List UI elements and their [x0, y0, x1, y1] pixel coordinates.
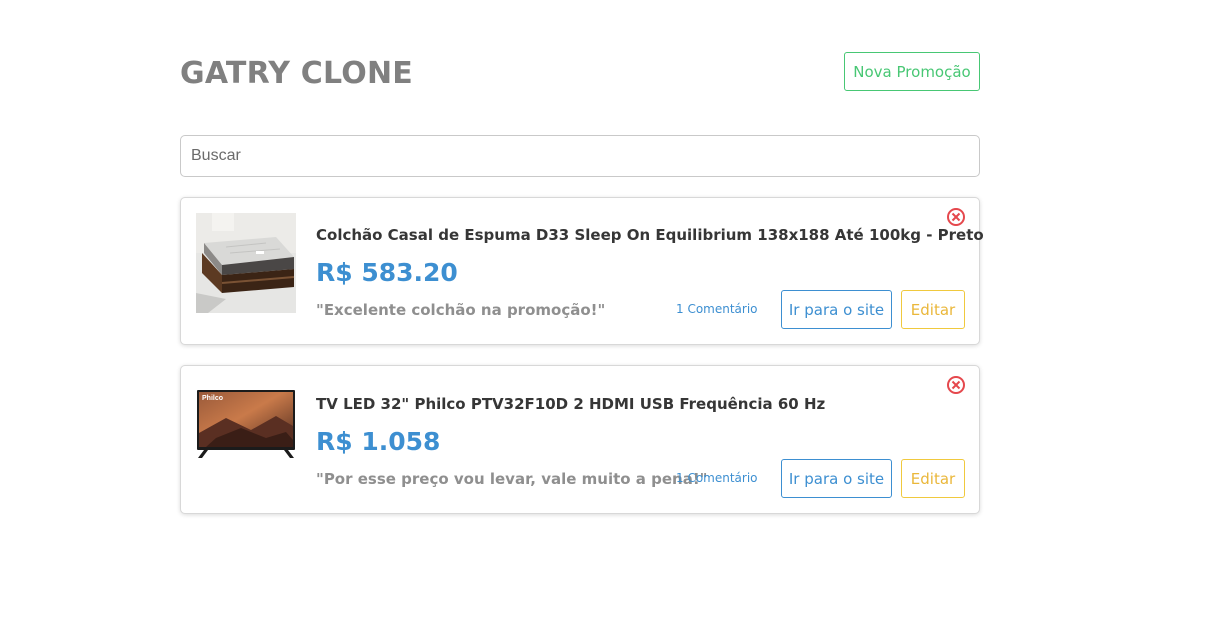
tv-image: Philco [196, 388, 296, 470]
close-circle-icon [947, 376, 965, 394]
edit-button[interactable]: Editar [901, 290, 965, 329]
go-to-site-button[interactable]: Ir para o site [781, 290, 892, 329]
promotion-card: Philco TV LED 32" Philco PTV32F10D 2 HDM… [180, 365, 980, 514]
comments-link[interactable]: 1 Comentário [676, 471, 758, 485]
go-to-site-button[interactable]: Ir para o site [781, 459, 892, 498]
search-input[interactable] [180, 135, 980, 177]
product-title: Colchão Casal de Espuma D33 Sleep On Equ… [316, 226, 984, 244]
product-price: R$ 1.058 [316, 427, 441, 456]
product-comment: "Excelente colchão na promoção!" [316, 301, 606, 319]
new-promotion-button[interactable]: Nova Promoção [844, 52, 980, 91]
edit-button[interactable]: Editar [901, 459, 965, 498]
product-comment: "Por esse preço vou levar, vale muito a … [316, 470, 708, 488]
comments-link[interactable]: 1 Comentário [676, 302, 758, 316]
promotion-card: Colchão Casal de Espuma D33 Sleep On Equ… [180, 197, 984, 345]
delete-button[interactable] [946, 207, 966, 227]
close-circle-icon [947, 208, 965, 226]
product-image [196, 213, 296, 313]
mattress-image [196, 213, 296, 313]
product-price: R$ 583.20 [316, 258, 458, 287]
product-title: TV LED 32" Philco PTV32F10D 2 HDMI USB F… [316, 395, 826, 413]
promotion-list: Colchão Casal de Espuma D33 Sleep On Equ… [180, 197, 984, 534]
header: GATRY CLONE Nova Promoção [180, 0, 980, 135]
tv-brand-text: Philco [202, 395, 223, 402]
delete-button[interactable] [946, 375, 966, 395]
product-image: Philco [196, 388, 296, 470]
app-container: GATRY CLONE Nova Promoção Buscar Colchão… [180, 0, 984, 514]
page-title: GATRY CLONE [180, 56, 413, 91]
